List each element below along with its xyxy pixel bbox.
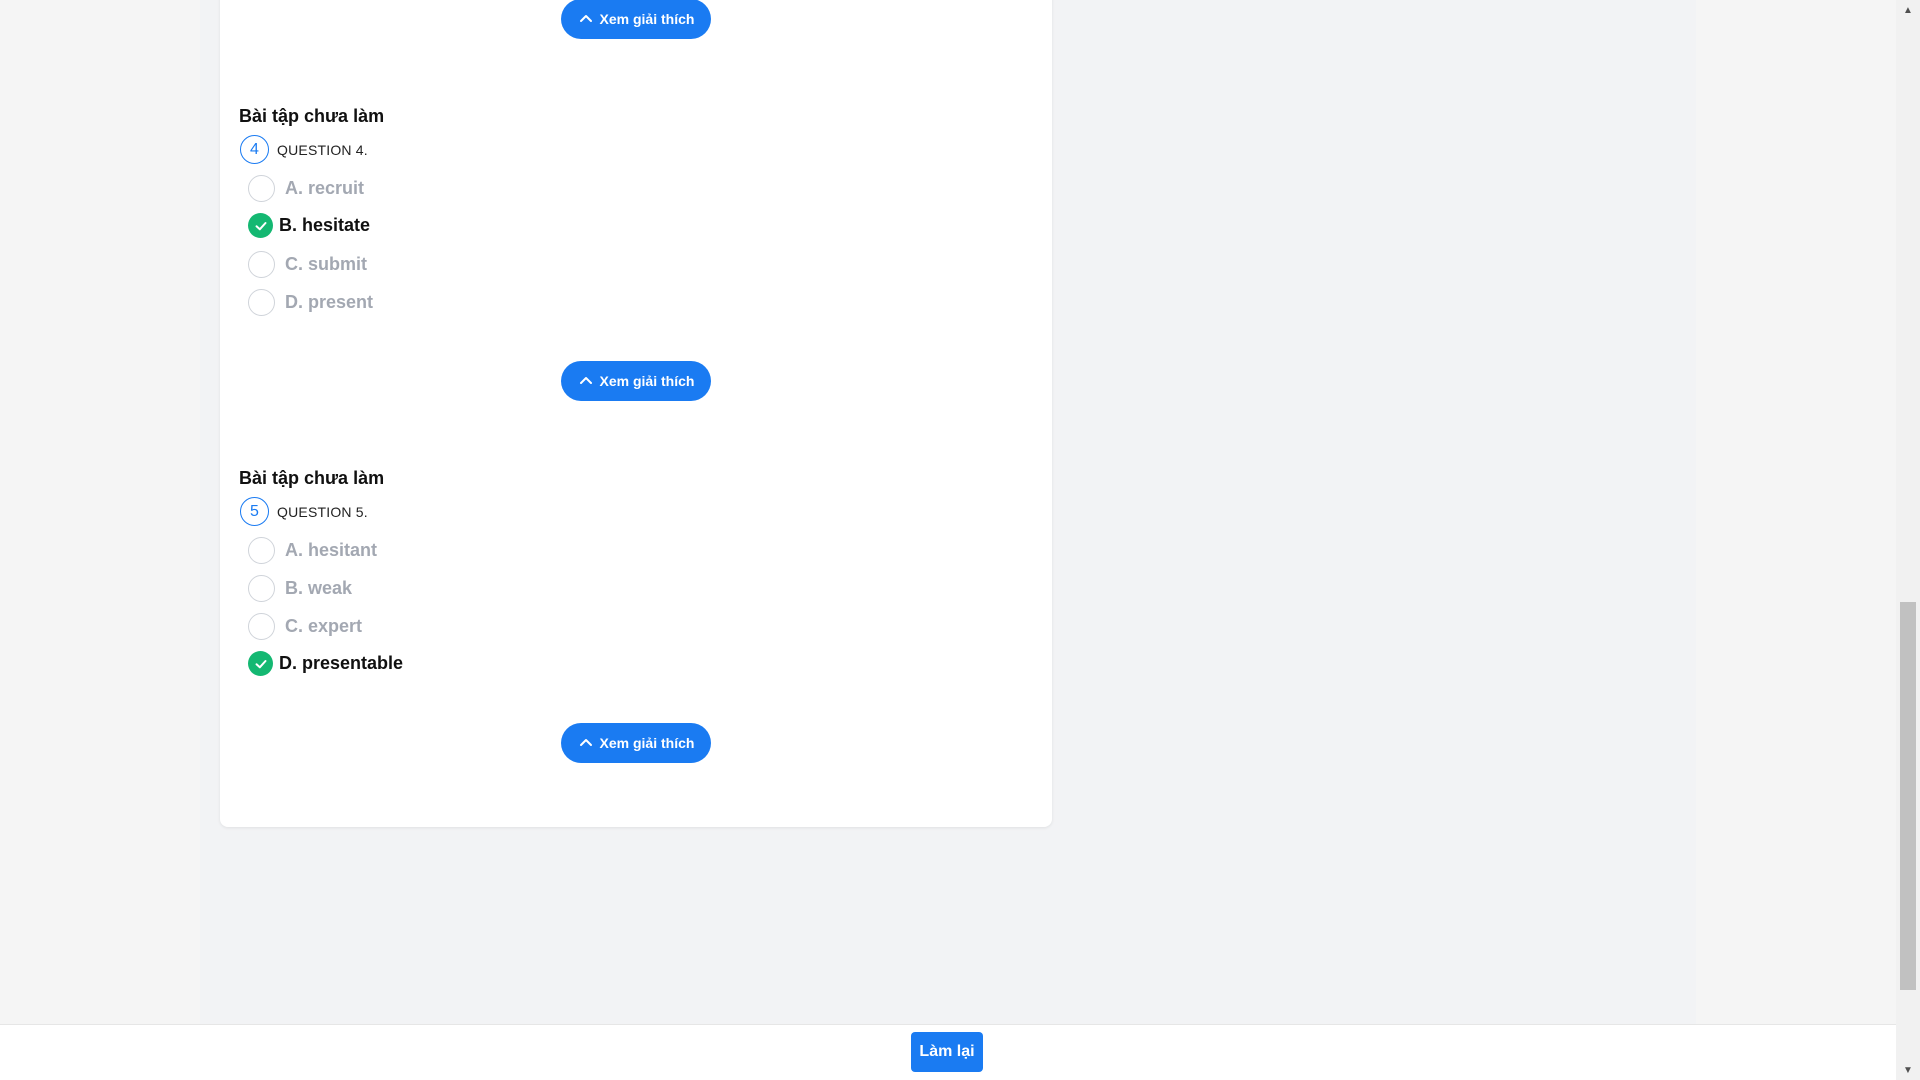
option-b[interactable]: B. hesitate (248, 213, 370, 238)
option-d[interactable]: D. presentable (248, 651, 403, 676)
radio-unchecked-icon (248, 289, 275, 316)
page-margin-right (1696, 0, 1896, 1080)
scrollbar-thumb[interactable] (1900, 602, 1916, 990)
chevron-up-icon (579, 739, 592, 746)
question-label: QUESTION 4. (277, 141, 368, 158)
option-label: C. expert (285, 616, 363, 636)
section-title: Bài tập chưa làm (239, 106, 385, 126)
question-number-badge: 4 (240, 135, 269, 164)
question-header: 4 QUESTION 4. (240, 135, 368, 164)
option-label: A. hesitant (285, 540, 378, 560)
question-header: 5 QUESTION 5. (240, 497, 368, 526)
radio-unchecked-icon (248, 613, 275, 640)
option-d[interactable]: D. present (248, 289, 373, 316)
option-b[interactable]: B. weak (248, 575, 352, 602)
explain-button-q4[interactable]: Xem giải thích (561, 361, 711, 401)
option-label: D. presentable (279, 653, 404, 673)
explain-button-label: Xem giải thích (599, 735, 695, 751)
radio-unchecked-icon (248, 575, 275, 602)
option-label: B. weak (285, 578, 353, 598)
option-a[interactable]: A. recruit (248, 175, 364, 202)
explain-button-label: Xem giải thích (599, 373, 695, 389)
chevron-up-icon (579, 15, 592, 22)
option-c[interactable]: C. submit (248, 251, 367, 278)
option-label: B. hesitate (279, 215, 371, 235)
option-label: C. submit (285, 254, 368, 274)
radio-unchecked-icon (248, 251, 275, 278)
scroll-down-arrow-icon[interactable]: ▼ (1896, 1060, 1920, 1080)
check-circle-icon (248, 213, 273, 238)
option-a[interactable]: A. hesitant (248, 537, 377, 564)
option-label: D. present (285, 292, 374, 312)
option-c[interactable]: C. expert (248, 613, 362, 640)
explain-button-q5[interactable]: Xem giải thích (561, 723, 711, 763)
check-circle-icon (248, 651, 273, 676)
section-title: Bài tập chưa làm (239, 468, 385, 488)
radio-unchecked-icon (248, 175, 275, 202)
redo-button[interactable]: Làm lại (911, 1032, 983, 1072)
question-number-badge: 5 (240, 497, 269, 526)
chevron-up-icon (579, 377, 592, 384)
option-label: A. recruit (285, 178, 365, 198)
vertical-scrollbar[interactable]: ▲ ▼ (1896, 0, 1920, 1080)
explain-button-q3[interactable]: Xem giải thích (561, 0, 711, 39)
scroll-up-arrow-icon[interactable]: ▲ (1896, 0, 1920, 20)
explain-button-label: Xem giải thích (599, 11, 695, 27)
question-label: QUESTION 5. (277, 503, 368, 520)
page-margin-left (0, 0, 200, 1080)
radio-unchecked-icon (248, 537, 275, 564)
